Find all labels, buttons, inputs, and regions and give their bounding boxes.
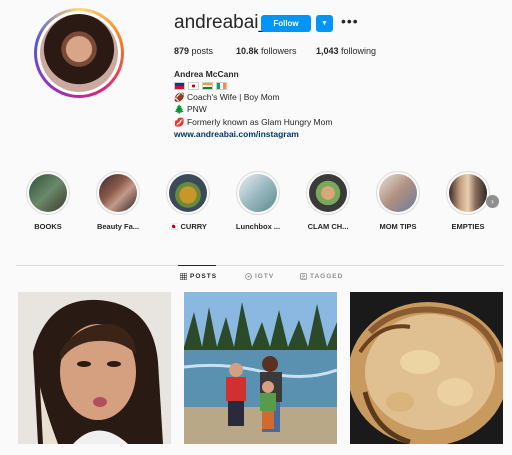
posts-label: posts [191, 46, 214, 56]
follow-button[interactable]: Follow [261, 15, 311, 32]
followers-stat[interactable]: 10.8k followers [236, 46, 297, 56]
india-flag-icon [202, 81, 213, 90]
following-label: following [341, 46, 377, 56]
bread-image [350, 292, 503, 444]
highlight-beauty[interactable]: Beauty Fa... [83, 171, 153, 231]
japan-flag-icon [188, 81, 199, 90]
books-highlight-icon [29, 174, 67, 212]
bio-line-coach: 🏈 Coach's Wife | Boy Mom [174, 91, 280, 102]
profile-full-name: Andrea McCann [174, 69, 239, 79]
highlight-books[interactable]: BOOKS [13, 171, 83, 231]
followers-label: followers [261, 46, 297, 56]
bio-line-formerly: 💋 Formerly known as Glam Hungry Mom [174, 116, 333, 127]
posts-stat: 879 posts [174, 46, 213, 56]
flags-row [174, 81, 332, 90]
post-selfie[interactable] [18, 292, 171, 444]
bio-line-pnw: 🌲 PNW [174, 104, 207, 114]
grid-icon [180, 273, 187, 280]
highlight-momtips[interactable]: MOM TIPS [363, 171, 433, 231]
tab-posts[interactable]: POSTS [180, 273, 217, 280]
chevron-down-icon: ▼ [321, 20, 328, 27]
tabs-divider [16, 265, 504, 266]
post-family-river[interactable] [184, 292, 337, 444]
tab-tagged[interactable]: TAGGED [300, 273, 343, 280]
suggested-accounts-button[interactable]: ▼ [316, 15, 333, 32]
tab-igtv[interactable]: IGTV [245, 273, 274, 280]
highlight-curry[interactable]: 🇯🇵 CURRY [153, 171, 223, 231]
empties-highlight-icon [449, 174, 487, 212]
following-count: 1,043 [316, 46, 339, 56]
curry-highlight-icon [169, 174, 207, 212]
family-river-image [184, 292, 337, 444]
beauty-highlight-icon [99, 174, 137, 212]
selfie-image [18, 292, 171, 444]
profile-avatar[interactable] [34, 8, 124, 98]
avatar-image [40, 14, 118, 92]
posts-count: 879 [174, 46, 190, 56]
lips-icon: 💋 [174, 116, 185, 127]
highlight-lunchbox[interactable]: Lunchbox ... [223, 171, 293, 231]
tag-icon [300, 273, 307, 280]
following-stat[interactable]: 1,043 following [316, 46, 376, 56]
bio-website-link[interactable]: www.andreabai.com/instagram [174, 128, 332, 141]
lunchbox-highlight-icon [239, 174, 277, 212]
profile-bio: Andrea McCann 🏈 Coach's Wife | Boy Mom 🌲… [174, 68, 332, 141]
story-highlights: BOOKS Beauty Fa... 🇯🇵 CURRY Lunchbox ...… [0, 171, 512, 241]
igtv-icon [245, 273, 252, 280]
post-bread[interactable] [350, 292, 503, 444]
highlight-clam[interactable]: CLAM CH... [293, 171, 363, 231]
chevron-right-icon[interactable]: › [486, 195, 499, 208]
followers-count: 10.8k [236, 46, 259, 56]
more-options-icon[interactable]: ••• [341, 13, 359, 29]
football-icon: 🏈 [174, 91, 185, 102]
clam-highlight-icon [309, 174, 347, 212]
ireland-flag-icon [216, 81, 227, 90]
active-tab-indicator [178, 265, 216, 266]
tree-icon: 🌲 [174, 104, 185, 114]
philippines-flag-icon [174, 81, 185, 90]
momtips-highlight-icon [379, 174, 417, 212]
